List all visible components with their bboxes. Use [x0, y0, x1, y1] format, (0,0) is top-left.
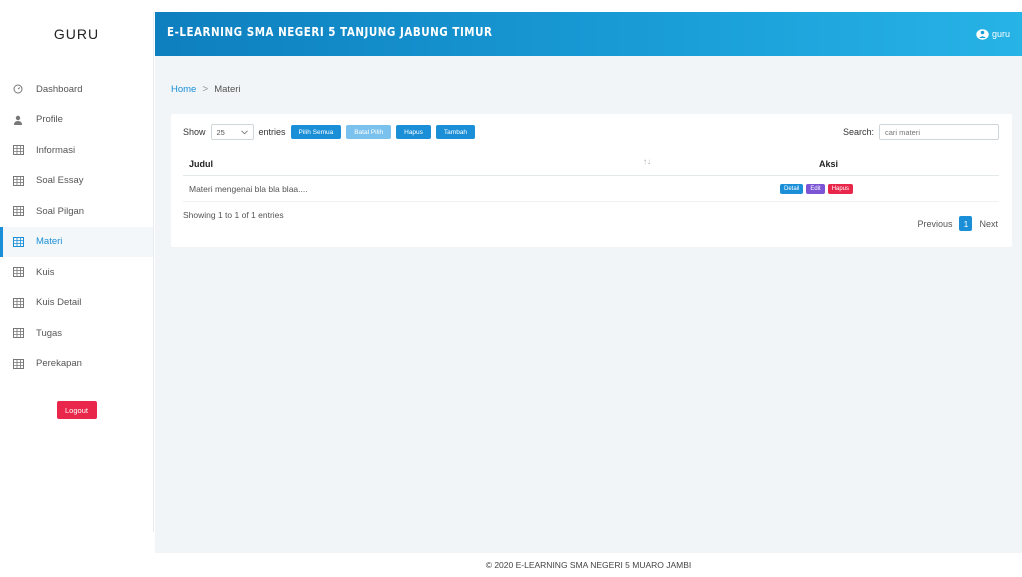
entries-label: entries [258, 127, 286, 137]
cancel-select-button[interactable]: Batal Pilih [346, 125, 392, 139]
sidebar-item-label: Perekapan [36, 358, 82, 370]
sidebar-item-label: Profile [36, 114, 63, 126]
main-content: Home > Materi Show 25 entries Pilih Semu… [155, 56, 1022, 553]
table-icon [12, 297, 24, 309]
sidebar-item-label: Kuis Detail [36, 297, 82, 309]
detail-button[interactable]: Detail [780, 183, 804, 194]
user-menu[interactable]: guru [976, 28, 1010, 40]
select-all-button[interactable]: Pilih Semua [290, 125, 342, 139]
sidebar-item-label: Tugas [36, 327, 63, 339]
footer-text: © 2020 E-LEARNING SMA NEGERI 5 MUARO JAM… [485, 560, 692, 570]
table-icon [12, 266, 24, 278]
app-root: GURU Dashboard Profile Informasi Soal Es… [0, 0, 1022, 577]
table-header: Judul ↑↓ Aksi [183, 152, 999, 176]
sidebar-item-label: Soal Pilgan [36, 205, 85, 217]
table-info: Showing 1 to 1 of 1 entries [183, 210, 284, 220]
sidebar-item-label: Informasi [36, 144, 76, 156]
table-icon [12, 205, 24, 217]
page-1-button[interactable]: 1 [959, 216, 973, 231]
cell-judul: Materi mengenai bla bla blaa.... [189, 183, 308, 194]
user-avatar-icon [976, 28, 989, 40]
top-header: E-LEARNING SMA NEGERI 5 TANJUNG JABUNG T… [155, 12, 1022, 56]
logout-wrapper: Logout [0, 401, 153, 419]
breadcrumb-home-link[interactable]: Home [171, 84, 196, 95]
delete-selected-button[interactable]: Hapus [396, 125, 431, 139]
dashboard-icon [12, 83, 24, 95]
sidebar-item-soal-essay[interactable]: Soal Essay [0, 166, 153, 197]
user-name: guru [991, 29, 1010, 39]
sidebar-item-tugas[interactable]: Tugas [0, 318, 153, 349]
user-icon [12, 114, 24, 126]
table-icon [12, 236, 24, 248]
sidebar-item-label: Kuis [36, 266, 55, 278]
next-page-button[interactable]: Next [979, 219, 998, 229]
sidebar: GURU Dashboard Profile Informasi Soal Es… [0, 12, 154, 532]
sidebar-item-label: Dashboard [36, 83, 83, 95]
sidebar-item-materi[interactable]: Materi [0, 226, 153, 257]
search-label: Search: [842, 127, 874, 137]
chevron-down-icon [240, 128, 248, 137]
column-header-aksi: Aksi [819, 158, 839, 169]
table-controls: Show 25 entries Pilih Semua Batal Pilih … [183, 124, 476, 140]
search-box: Search: [843, 124, 999, 140]
sidebar-item-label: Soal Essay [36, 175, 84, 187]
sidebar-nav: Dashboard Profile Informasi Soal Essay S… [0, 74, 153, 379]
sidebar-item-kuis[interactable]: Kuis [0, 257, 153, 288]
page-size-value: 25 [216, 127, 225, 137]
sort-icon[interactable]: ↑↓ [643, 157, 651, 166]
sidebar-item-informasi[interactable]: Informasi [0, 135, 153, 166]
footer: © 2020 E-LEARNING SMA NEGERI 5 MUARO JAM… [155, 553, 1022, 577]
column-header-judul[interactable]: Judul [189, 159, 213, 169]
previous-page-button[interactable]: Previous [917, 219, 952, 229]
pagination: Previous 1 Next [917, 216, 998, 231]
app-title: E-LEARNING SMA NEGERI 5 TANJUNG JABUNG T… [167, 25, 493, 39]
show-label: Show [183, 127, 206, 137]
sidebar-brand: GURU [53, 26, 100, 42]
table-icon [12, 358, 24, 370]
edit-button[interactable]: Edit [806, 183, 825, 194]
breadcrumb-separator: > [202, 84, 209, 95]
add-materi-button[interactable]: Tambah [435, 125, 476, 139]
table-icon [12, 327, 24, 339]
sidebar-item-kuis-detail[interactable]: Kuis Detail [0, 288, 153, 319]
logout-button[interactable]: Logout [56, 401, 97, 419]
search-input[interactable] [879, 124, 999, 140]
table-icon [12, 175, 24, 187]
cell-aksi: Detail Edit Hapus [780, 183, 856, 194]
sidebar-item-perekapan[interactable]: Perekapan [0, 349, 153, 380]
sidebar-item-soal-pilgan[interactable]: Soal Pilgan [0, 196, 153, 227]
sidebar-item-label: Materi [36, 236, 63, 248]
table-row: Materi mengenai bla bla blaa.... Detail … [183, 176, 999, 202]
materi-card: Show 25 entries Pilih Semua Batal Pilih … [171, 114, 1012, 247]
table-icon [12, 144, 24, 156]
breadcrumb: Home > Materi [171, 84, 241, 95]
sidebar-item-dashboard[interactable]: Dashboard [0, 74, 153, 105]
materi-table: Judul ↑↓ Aksi Materi mengenai bla bla bl… [183, 152, 999, 202]
sidebar-item-profile[interactable]: Profile [0, 105, 153, 136]
page-size-select[interactable]: 25 [210, 124, 254, 140]
delete-button[interactable]: Hapus [827, 183, 854, 194]
breadcrumb-current: Materi [214, 84, 241, 95]
